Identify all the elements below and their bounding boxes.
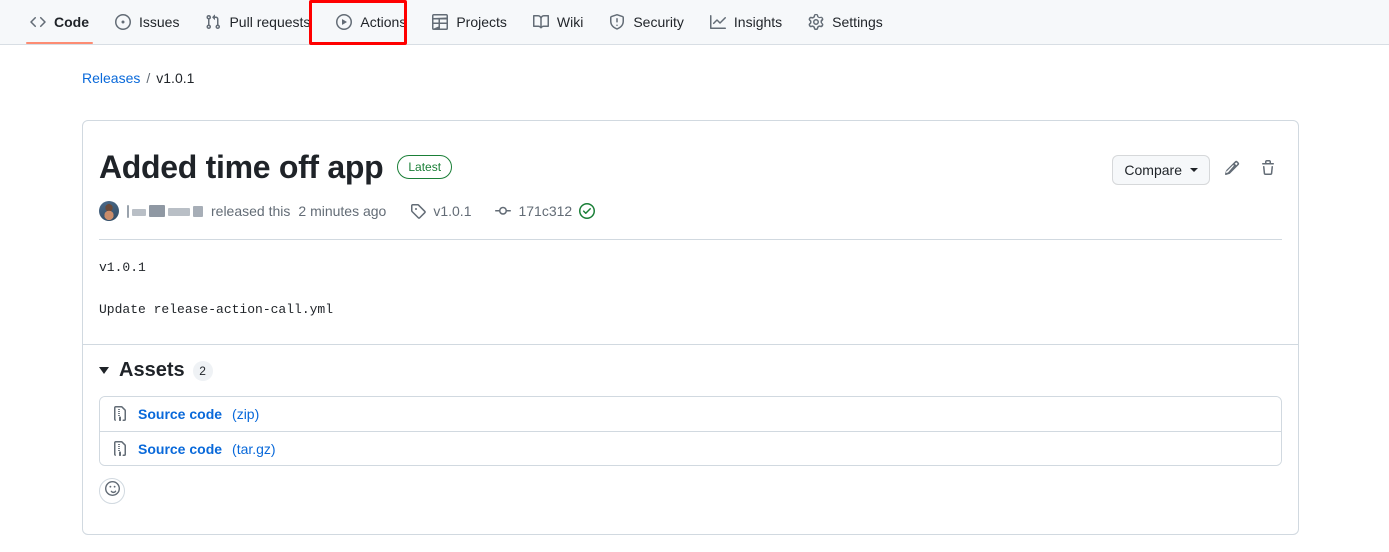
nav-item-label: Pull requests (229, 14, 311, 30)
nav-item-label: Settings (832, 14, 883, 30)
asset-name: Source code (138, 406, 223, 422)
nav-item-wiki[interactable]: Wiki (521, 0, 595, 44)
nav-item-label: Projects (456, 14, 507, 30)
release-body: v1.0.1 Update release-action-call.yml (99, 240, 1282, 319)
reactions-row (83, 466, 1298, 520)
chevron-down-icon (1190, 168, 1198, 172)
code-icon (30, 14, 46, 30)
list-item[interactable]: Source code (zip) (100, 397, 1281, 431)
avatar[interactable] (99, 201, 119, 221)
release-tag-label: v1.0.1 (433, 203, 472, 219)
tag-icon (410, 203, 427, 219)
nav-item-settings[interactable]: Settings (796, 0, 895, 44)
nav-item-label: Actions (360, 14, 407, 30)
nav-item-code[interactable]: Code (18, 0, 101, 44)
release-body-line: Update release-action-call.yml (99, 301, 334, 317)
release-header-section: Added time off app Latest Compare releas… (83, 121, 1298, 319)
git-commit-icon (495, 203, 512, 219)
file-zip-icon (112, 406, 128, 422)
nav-item-pull-requests[interactable]: Pull requests (193, 0, 322, 44)
assets-divider (83, 344, 1298, 345)
asset-extension: (tar.gz) (232, 440, 276, 457)
release-commit-group[interactable]: 171c312 (495, 203, 596, 219)
release-meta-row: released this 2 minutes ago v1.0.1 171c3… (99, 201, 1282, 221)
release-timestamp: 2 minutes ago (298, 203, 387, 219)
nav-item-security[interactable]: Security (597, 0, 696, 44)
breadcrumb-releases-link[interactable]: Releases (82, 70, 140, 86)
breadcrumb: Releases / v1.0.1 (82, 70, 194, 86)
play-icon (336, 14, 353, 30)
gear-icon (808, 14, 824, 30)
nav-item-insights[interactable]: Insights (698, 0, 794, 44)
release-title-group: Added time off app Latest (99, 147, 453, 187)
repo-nav-list: Code Issues Pull requests Actions Projec (0, 0, 1389, 44)
release-commit-sha: 171c312 (518, 203, 573, 219)
smiley-icon (104, 481, 120, 501)
assets-list: Source code (zip) Source code (tar.gz) (99, 396, 1282, 466)
verified-check-icon (579, 203, 596, 219)
release-title-row: Added time off app Latest Compare (99, 137, 1282, 187)
edit-release-button[interactable] (1218, 156, 1246, 184)
nav-item-label: Wiki (556, 14, 584, 30)
assets-title: Assets (119, 359, 185, 381)
nav-item-actions[interactable]: Actions (324, 0, 418, 44)
compare-button-label: Compare (1124, 162, 1182, 178)
nav-item-label: Security (633, 14, 684, 30)
compare-button[interactable]: Compare (1112, 155, 1210, 185)
page-title: Added time off app (99, 149, 384, 185)
nav-item-label: Issues (139, 14, 180, 30)
delete-release-button[interactable] (1254, 156, 1282, 184)
nav-item-issues[interactable]: Issues (103, 0, 191, 44)
status-badge-latest: Latest (397, 155, 453, 179)
breadcrumb-separator: / (146, 70, 151, 86)
chevron-down-icon (99, 367, 109, 374)
breadcrumb-current: v1.0.1 (156, 70, 195, 86)
assets-section: Assets 2 Source code (zip) Source code (… (83, 341, 1298, 466)
released-this-label: released this (211, 203, 291, 219)
table-icon (432, 14, 449, 30)
release-tag-group[interactable]: v1.0.1 (410, 203, 471, 219)
nav-item-projects[interactable]: Projects (420, 0, 519, 44)
file-zip-icon (112, 440, 128, 457)
assets-toggle[interactable]: Assets 2 (99, 359, 1282, 382)
repo-nav-header: Code Issues Pull requests Actions Projec (0, 0, 1389, 45)
shield-icon (609, 14, 625, 30)
author-name-redacted (127, 204, 203, 218)
trash-icon (1260, 159, 1276, 181)
list-item[interactable]: Source code (tar.gz) (100, 431, 1281, 465)
pencil-icon (1224, 160, 1240, 181)
nav-item-label: Insights (733, 14, 783, 30)
release-actions-group: Compare (1112, 147, 1282, 185)
graph-icon (709, 14, 726, 30)
nav-item-label: Code (54, 14, 89, 30)
asset-extension: (zip) (232, 406, 260, 422)
issue-opened-icon (115, 14, 131, 30)
git-pull-request-icon (205, 14, 221, 30)
book-icon (532, 14, 549, 30)
release-card: Added time off app Latest Compare releas… (82, 120, 1299, 535)
release-body-line: v1.0.1 (99, 260, 146, 275)
assets-count-badge: 2 (192, 360, 213, 381)
asset-name: Source code (138, 440, 223, 457)
add-reaction-button[interactable] (99, 478, 125, 504)
